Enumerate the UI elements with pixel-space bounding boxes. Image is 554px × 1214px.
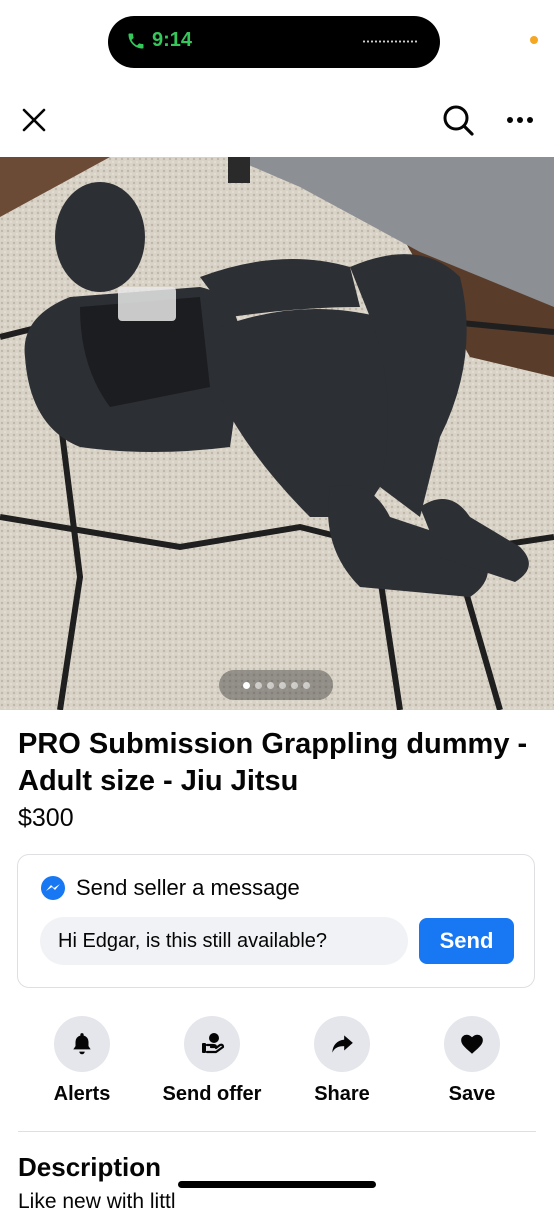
- listing-price: $300: [18, 804, 74, 832]
- heart-icon: [461, 1034, 483, 1054]
- nav-bar: [0, 92, 554, 148]
- alerts-button[interactable]: Alerts: [17, 1016, 147, 1106]
- pager-dot-active: [242, 681, 250, 689]
- save-label: Save: [448, 1083, 496, 1105]
- close-icon: [22, 108, 46, 132]
- message-seller-card: Send seller a message Hi Edgar, is this …: [17, 854, 535, 988]
- alerts-label: Alerts: [53, 1083, 111, 1105]
- call-indicator[interactable]: 9:14: [126, 29, 192, 52]
- pager-dot: [278, 681, 286, 689]
- pager-dot: [302, 681, 310, 689]
- share-button[interactable]: Share: [277, 1016, 407, 1106]
- save-circle[interactable]: [444, 1016, 500, 1072]
- search-button[interactable]: [436, 98, 480, 142]
- send-offer-circle[interactable]: [184, 1016, 240, 1072]
- more-icon: [507, 117, 533, 123]
- message-input[interactable]: Hi Edgar, is this still available?: [40, 917, 408, 965]
- message-header-label: Send seller a message: [76, 875, 300, 900]
- call-time: 9:14: [152, 29, 193, 51]
- offer-icon: [202, 1033, 225, 1054]
- close-button[interactable]: [12, 98, 56, 142]
- pager-dot: [290, 681, 298, 689]
- save-button[interactable]: Save: [407, 1016, 537, 1106]
- description-heading: Description: [18, 1152, 162, 1182]
- bell-icon: [73, 1033, 91, 1055]
- dynamic-island[interactable]: 9:14: [108, 16, 440, 68]
- share-icon: [332, 1035, 353, 1053]
- audio-waveform: [362, 40, 418, 43]
- messenger-icon: [41, 876, 65, 900]
- pager-dot: [266, 681, 274, 689]
- listing-title: PRO Submission Grappling dummy - Adult s…: [18, 728, 528, 797]
- photo-pager[interactable]: [219, 670, 333, 700]
- send-offer-label: Send offer: [162, 1083, 262, 1105]
- action-row: Alerts Send offer Share Save: [0, 1016, 554, 1112]
- send-button[interactable]: Send: [419, 918, 514, 964]
- phone-icon: [128, 33, 144, 48]
- more-button[interactable]: [498, 98, 542, 142]
- send-offer-button[interactable]: Send offer: [147, 1016, 277, 1106]
- message-header: Send seller a message: [40, 875, 300, 901]
- search-icon: [443, 105, 474, 136]
- share-label: Share: [314, 1083, 370, 1105]
- description-text: Like new with littl: [18, 1190, 176, 1213]
- share-circle[interactable]: [314, 1016, 370, 1072]
- alerts-circle[interactable]: [54, 1016, 110, 1072]
- status-bar: 9:14: [0, 0, 554, 80]
- pager-dot: [254, 681, 262, 689]
- section-divider: [18, 1131, 536, 1132]
- home-indicator[interactable]: [178, 1181, 376, 1188]
- privacy-indicator-dot: [530, 36, 538, 44]
- grappling-dummy-photo: [0, 157, 554, 710]
- listing-photo[interactable]: [0, 157, 554, 710]
